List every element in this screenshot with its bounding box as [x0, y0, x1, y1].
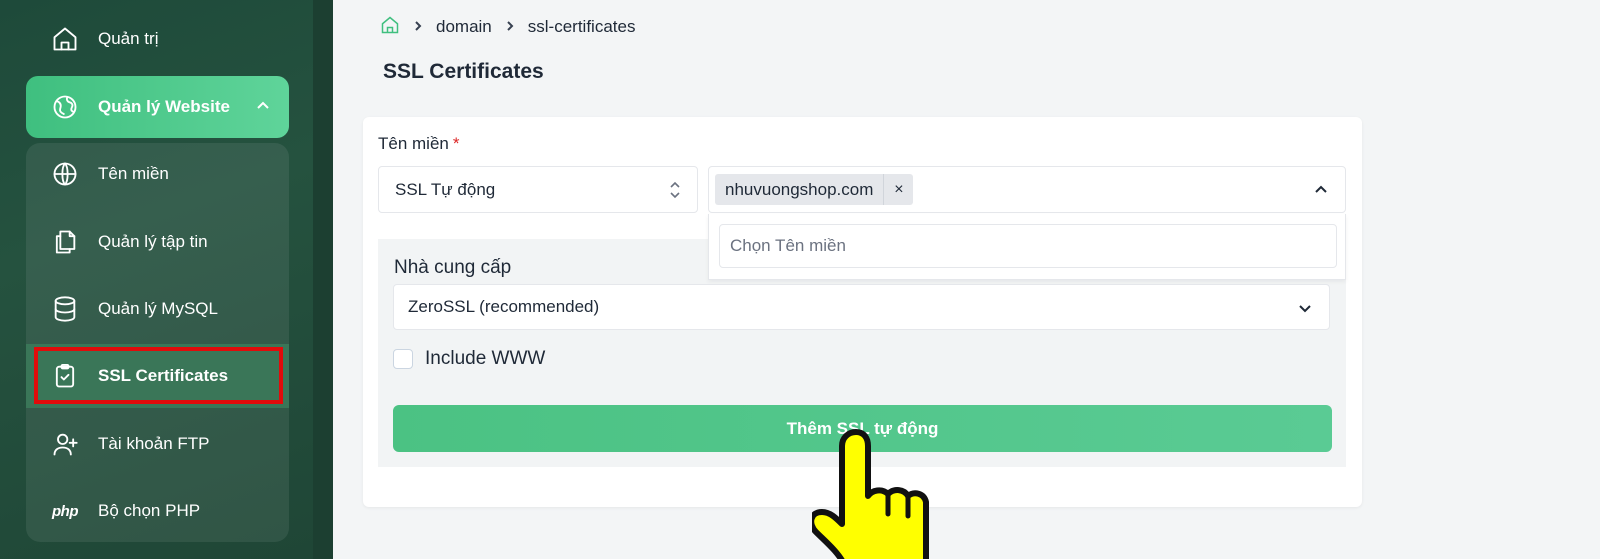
provider-value: ZeroSSL (recommended): [408, 297, 600, 316]
chevron-down-icon: [1297, 300, 1313, 321]
domain-dropdown: [708, 214, 1346, 280]
hand-pointer-icon: [812, 429, 929, 559]
sidebar-item-files[interactable]: Quản lý tập tin: [26, 211, 289, 273]
files-icon: [50, 227, 80, 257]
php-icon: php: [50, 496, 80, 526]
php-icon-text: php: [52, 502, 79, 520]
domain-label: Tên miền *: [378, 134, 460, 154]
sidebar-item-label: Bộ chọn PHP: [98, 501, 201, 520]
sidebar-edge: [313, 0, 333, 559]
chevron-right-icon: [412, 19, 424, 35]
domain-label-text: Tên miền: [378, 134, 449, 153]
sidebar-item-mysql[interactable]: Quản lý MySQL: [26, 278, 289, 340]
selected-domain-text: nhuvuongshop.com: [725, 179, 874, 199]
sidebar-item-php[interactable]: php Bộ chọn PHP: [26, 480, 289, 542]
include-www-label[interactable]: Include WWW: [425, 348, 545, 370]
include-www-row: Include WWW: [393, 348, 545, 370]
globe-grid-icon: [50, 92, 80, 122]
chevron-up-icon[interactable]: [255, 98, 271, 119]
chevron-up-icon[interactable]: [1313, 182, 1329, 203]
sidebar-item-ftp[interactable]: Tài khoản FTP: [26, 413, 289, 475]
ssl-type-select[interactable]: SSL Tự động: [378, 166, 698, 213]
include-www-checkbox[interactable]: [393, 349, 413, 369]
user-plus-icon: [50, 429, 80, 459]
select-arrows-icon: [667, 179, 683, 206]
breadcrumb-ssl-certificates[interactable]: ssl-certificates: [528, 17, 636, 37]
provider-label: Nhà cung cấp: [394, 257, 512, 278]
home-icon: [50, 24, 80, 54]
home-icon[interactable]: [380, 15, 400, 40]
page-title: SSL Certificates: [383, 60, 544, 83]
sidebar-item-label: Quản trị: [98, 29, 159, 48]
sidebar-item-label: Quản lý MySQL: [98, 299, 218, 318]
breadcrumb-domain[interactable]: domain: [436, 17, 492, 37]
chevron-right-icon: [504, 19, 516, 35]
sidebar-group-website[interactable]: Quản lý Website: [26, 76, 289, 138]
required-mark: *: [452, 134, 460, 153]
sidebar-item-label: Tên miền: [98, 164, 169, 183]
sidebar-group-label: Quản lý Website: [98, 97, 230, 116]
globe-icon: [50, 159, 80, 189]
database-icon: [50, 294, 80, 324]
ssl-type-value: SSL Tự động: [395, 179, 496, 199]
breadcrumb: domain ssl-certificates: [380, 14, 635, 40]
tag-remove-button[interactable]: ×: [883, 174, 913, 205]
provider-select[interactable]: ZeroSSL (recommended): [393, 284, 1330, 330]
selected-domain-tag: nhuvuongshop.com ×: [715, 174, 914, 205]
sidebar-item-label: Quản lý tập tin: [98, 232, 208, 251]
sidebar-item-label: Tài khoản FTP: [98, 434, 210, 453]
sidebar-item-admin[interactable]: Quản trị: [26, 8, 289, 70]
domain-search-input[interactable]: [719, 224, 1337, 268]
domain-multiselect[interactable]: nhuvuongshop.com ×: [708, 166, 1346, 213]
highlight-annotation: [34, 347, 283, 404]
sidebar-item-domains[interactable]: Tên miền: [26, 143, 289, 205]
